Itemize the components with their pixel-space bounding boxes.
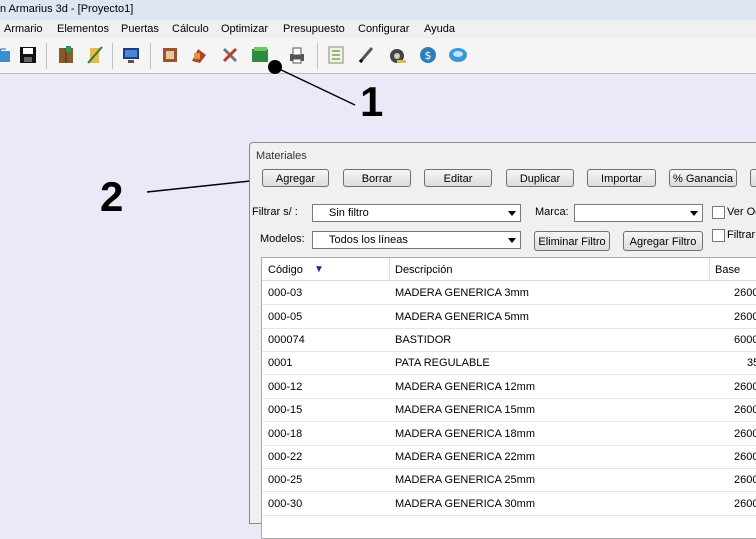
cell-codigo: 000-25 [268,474,303,486]
materials-table[interactable]: Código ▼ Descripción Base 000-03 MADERA G… [261,257,756,539]
ganancia-button[interactable]: % Ganancia [669,169,737,187]
table-row[interactable]: 000-30 MADERA GENERICA 30mm 2600 [262,492,756,516]
table-row[interactable]: 000-05 MADERA GENERICA 5mm 2600 [262,305,756,329]
callout-dot-1 [268,60,282,74]
chevron-down-icon [690,211,698,216]
filtrar-select[interactable]: Sin filtro [312,204,521,222]
filtrar-m-label: Filtrar M [727,229,756,241]
cell-codigo: 000-18 [268,428,303,440]
cell-base: 2600 [734,474,756,486]
agregar-filtro-button[interactable]: Agregar Filtro [623,231,703,251]
cell-descripcion: MADERA GENERICA 12mm [395,381,535,393]
cell-base: 2600 [734,451,756,463]
cell-codigo: 000-05 [268,311,303,323]
cell-base: 2600 [734,498,756,510]
column-base[interactable]: Base [715,264,740,276]
chevron-down-icon [508,211,516,216]
cell-base: 2600 [734,404,756,416]
cell-base: 2600 [734,428,756,440]
cell-base: 6000 [734,334,756,346]
sort-desc-icon[interactable]: ▼ [314,264,324,275]
table-row[interactable]: 000-22 MADERA GENERICA 22mm 2600 [262,445,756,469]
importar-button[interactable]: Importar [587,169,656,187]
modelos-select[interactable]: Todos los líneas [312,231,521,249]
cell-codigo: 000-22 [268,451,303,463]
table-row[interactable]: 000074 BASTIDOR 6000 [262,328,756,352]
callout-number-2: 2 [100,173,124,220]
modelos-label: Modelos: [260,233,305,245]
column-codigo[interactable]: Código [268,264,303,276]
ver-ocultos-label: Ver Oc [727,206,756,218]
filtrar-value: Sin filtro [329,207,369,219]
extra-button[interactable] [750,169,756,187]
cell-descripcion: MADERA GENERICA 18mm [395,428,535,440]
materials-dialog: Materiales Agregar Borrar Editar Duplica… [249,142,756,539]
duplicar-button[interactable]: Duplicar [506,169,574,187]
column-divider[interactable] [709,258,710,280]
cell-base: 35 [747,357,756,369]
filtrar-label: Filtrar s/ : [252,206,298,218]
borrar-button[interactable]: Borrar [343,169,411,187]
cell-codigo: 000-15 [268,404,303,416]
editar-button[interactable]: Editar [424,169,492,187]
table-row[interactable]: 000-12 MADERA GENERICA 12mm 2600 [262,375,756,399]
table-row[interactable]: 0001 PATA REGULABLE 35 [262,351,756,375]
modelos-value: Todos los líneas [329,234,408,246]
cell-base: 2600 [734,381,756,393]
cell-descripcion: MADERA GENERICA 15mm [395,404,535,416]
cell-descripcion: MADERA GENERICA 25mm [395,474,535,486]
chevron-down-icon [508,238,516,243]
cell-codigo: 000074 [268,334,305,346]
cell-codigo: 000-03 [268,287,303,299]
callout-number-1: 1 [360,78,384,125]
ver-ocultos-checkbox[interactable] [712,206,725,219]
table-row[interactable]: 000-15 MADERA GENERICA 15mm 2600 [262,398,756,422]
table-header: Código ▼ Descripción Base [262,258,756,281]
cell-base: 2600 [734,311,756,323]
marca-label: Marca: [535,206,569,218]
column-divider[interactable] [389,258,390,280]
table-row[interactable]: 000-03 MADERA GENERICA 3mm 2600 [262,281,756,305]
cell-descripcion: PATA REGULABLE [395,357,490,369]
table-row[interactable]: 000-18 MADERA GENERICA 18mm 2600 [262,422,756,446]
cell-codigo: 0001 [268,357,293,369]
marca-select[interactable] [574,204,703,222]
agregar-button[interactable]: Agregar [262,169,329,187]
cell-descripcion: MADERA GENERICA 30mm [395,498,535,510]
table-row[interactable]: 000-25 MADERA GENERICA 25mm 2600 [262,468,756,492]
filtrar-m-checkbox[interactable] [712,229,725,242]
column-descripcion[interactable]: Descripción [395,264,452,276]
cell-codigo: 000-12 [268,381,303,393]
eliminar-filtro-button[interactable]: Eliminar Filtro [534,231,610,251]
cell-descripcion: MADERA GENERICA 5mm [395,311,529,323]
cell-descripcion: MADERA GENERICA 22mm [395,451,535,463]
cell-descripcion: MADERA GENERICA 3mm [395,287,529,299]
dialog-title: Materiales [256,150,307,162]
cell-codigo: 000-30 [268,498,303,510]
cell-base: 2600 [734,287,756,299]
cell-descripcion: BASTIDOR [395,334,452,346]
